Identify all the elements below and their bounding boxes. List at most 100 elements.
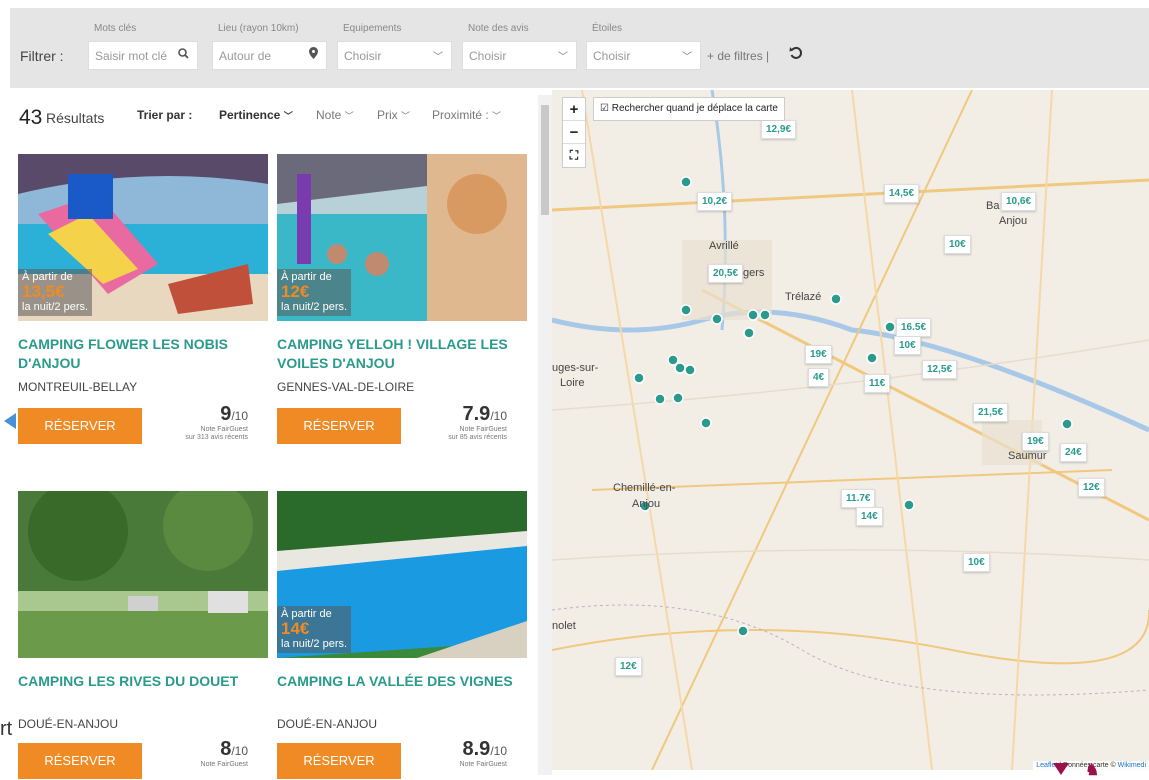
price-marker[interactable]: 12,5€: [922, 360, 958, 379]
map-place-label: Loire: [560, 377, 585, 389]
camping-photo[interactable]: [18, 491, 268, 658]
scrollbar-thumb[interactable]: [541, 105, 549, 215]
rating: 9/10 Note FairGuest sur 313 avis récents: [185, 403, 248, 442]
separator: |: [766, 49, 770, 63]
map-place-label: Ba: [986, 200, 1000, 212]
card-title[interactable]: Camping La Vallée des Vignes: [277, 672, 527, 710]
sort-price[interactable]: Prix ﹀: [377, 108, 410, 122]
price-marker[interactable]: 12€: [615, 657, 642, 676]
card-title[interactable]: Camping Les Rives du Douet: [18, 672, 268, 710]
price-tag: À partir de 12€ la nuit/2 pers.: [277, 269, 352, 316]
price-marker[interactable]: 24€: [1060, 443, 1087, 462]
place-placeholder: Autour de: [219, 49, 272, 63]
rating-value: 8.9: [462, 738, 491, 760]
card-city: Doué-en-Anjou: [18, 717, 119, 731]
card-city: Gennes-Val-de-Loire: [277, 380, 415, 394]
keywords-placeholder: Saisir mot clé: [95, 49, 168, 63]
rating-value: 9: [220, 403, 232, 425]
stars-select[interactable]: Choisir ﹀: [586, 41, 701, 70]
price-marker[interactable]: 12,9€: [761, 120, 797, 139]
price-unit: la nuit/2 pers.: [22, 301, 89, 313]
rating-scale: /10: [490, 744, 507, 758]
price-marker[interactable]: 11€: [864, 374, 891, 393]
fullscreen-button[interactable]: ⛶: [563, 144, 585, 167]
chevron-down-icon: ﹀: [433, 52, 443, 63]
price-marker[interactable]: 14€: [856, 507, 883, 526]
reviews-label: Note des avis: [468, 23, 529, 34]
place-label: Lieu (rayon 10km): [218, 23, 299, 34]
map-place-label: Anjou: [632, 498, 661, 510]
left-arrow-icon: [4, 413, 16, 429]
filter-bar: Filtrer : Mots clés Saisir mot clé Lieu …: [10, 8, 1149, 88]
chevron-down-icon: ﹀: [558, 52, 568, 63]
result-card[interactable]: À partir de 13,5€ la nuit/2 pers. Campin…: [18, 154, 268, 444]
price-marker[interactable]: 11.7€: [841, 489, 876, 508]
price-marker[interactable]: 14,5€: [884, 184, 920, 203]
equipment-select[interactable]: Choisir ﹀: [337, 41, 452, 70]
price-marker[interactable]: 4€: [808, 368, 830, 387]
sort-option-label: Note: [316, 108, 342, 122]
map-place-label: uges-sur-: [552, 362, 599, 374]
result-card[interactable]: À partir de 12€ la nuit/2 pers. Camping …: [277, 154, 527, 444]
card-title[interactable]: Camping Flower Les Nobis d'Anjou: [18, 335, 268, 373]
sort-option-label: Prix: [377, 108, 398, 122]
stars-label: Étoiles: [592, 23, 623, 34]
rating-reviews: sur 85 avis récents: [448, 434, 507, 441]
price-marker[interactable]: 19€: [805, 345, 832, 364]
price-tag: À partir de 13,5€ la nuit/2 pers.: [18, 269, 93, 316]
price-marker[interactable]: 10€: [944, 235, 971, 254]
reserve-button[interactable]: Réserver: [18, 743, 142, 779]
sort-note[interactable]: Note ﹀: [316, 108, 354, 122]
results-scrollbar[interactable]: [538, 95, 552, 775]
price-marker[interactable]: 10,2€: [697, 192, 733, 211]
rating-source[interactable]: Note FairGuest: [201, 761, 248, 769]
zoom-control: + − ⛶: [562, 97, 586, 168]
reviews-select[interactable]: Choisir ﹀: [462, 41, 577, 70]
reserve-button[interactable]: Réserver: [277, 743, 401, 779]
camping-photo[interactable]: À partir de 13,5€ la nuit/2 pers.: [18, 154, 268, 321]
sort-proximity[interactable]: Proximité : ﹀: [432, 108, 501, 122]
sort-option-label: Pertinence: [219, 108, 281, 122]
price-marker[interactable]: 21,5€: [973, 403, 1009, 422]
result-card[interactable]: À partir de 14€ la nuit/2 pers. Camping …: [277, 491, 527, 779]
more-filters-label: + de filtres: [707, 49, 763, 63]
rating-source[interactable]: Note FairGuest: [185, 426, 248, 434]
map-place-label: Saumur: [1008, 450, 1047, 462]
rating-value: 7.9: [462, 403, 491, 425]
keywords-input[interactable]: Saisir mot clé: [88, 41, 198, 70]
map[interactable]: Avrillé gers Trélazé Ba Anjou uges-sur- …: [552, 90, 1149, 770]
wikimedia-link[interactable]: Wikimedi: [1118, 762, 1146, 769]
reserve-button[interactable]: Réserver: [277, 408, 401, 444]
reviews-filter: Note des avis Choisir ﹀: [462, 23, 577, 70]
reserve-button[interactable]: Réserver: [18, 408, 142, 444]
keywords-label: Mots clés: [94, 23, 137, 34]
price-marker[interactable]: 10€: [894, 336, 921, 355]
place-input[interactable]: Autour de: [212, 41, 327, 70]
card-city: Montreuil-Bellay: [18, 380, 138, 394]
card-title[interactable]: Camping Yelloh ! Village Les Voiles d'An…: [277, 335, 527, 373]
zoom-in-button[interactable]: +: [563, 98, 585, 121]
zoom-out-button[interactable]: −: [563, 121, 585, 144]
map-place-label: Trélazé: [785, 291, 822, 303]
rating-source[interactable]: Note FairGuest: [448, 426, 507, 434]
equipment-filter: Equipements Choisir ﹀: [337, 23, 452, 70]
stray-text: rt: [0, 718, 13, 740]
keywords-filter: Mots clés Saisir mot clé: [88, 23, 198, 70]
rating-source[interactable]: Note FairGuest: [460, 761, 507, 769]
price-marker[interactable]: 16.5€: [896, 318, 932, 337]
price-marker[interactable]: 10,6€: [1001, 192, 1037, 211]
price-marker[interactable]: 10€: [963, 553, 990, 572]
chevron-down-icon: ﹀: [401, 111, 411, 121]
camping-photo[interactable]: À partir de 12€ la nuit/2 pers.: [277, 154, 527, 321]
price-marker[interactable]: 20,5€: [708, 264, 744, 283]
reset-icon[interactable]: [789, 46, 803, 64]
sort-pertinence[interactable]: Pertinence ﹀: [219, 108, 293, 122]
price-marker[interactable]: 12€: [1078, 478, 1105, 497]
more-filters-link[interactable]: + de filtres |: [707, 49, 769, 63]
price-marker[interactable]: 19€: [1022, 432, 1049, 451]
rating-value: 8: [220, 738, 232, 760]
result-card[interactable]: Camping Les Rives du Douet Doué-en-Anjou…: [18, 491, 268, 779]
search-on-move-checkbox[interactable]: ☑ Rechercher quand je déplace la carte: [593, 97, 785, 121]
camping-photo[interactable]: À partir de 14€ la nuit/2 pers.: [277, 491, 527, 658]
rating-scale: /10: [231, 744, 248, 758]
